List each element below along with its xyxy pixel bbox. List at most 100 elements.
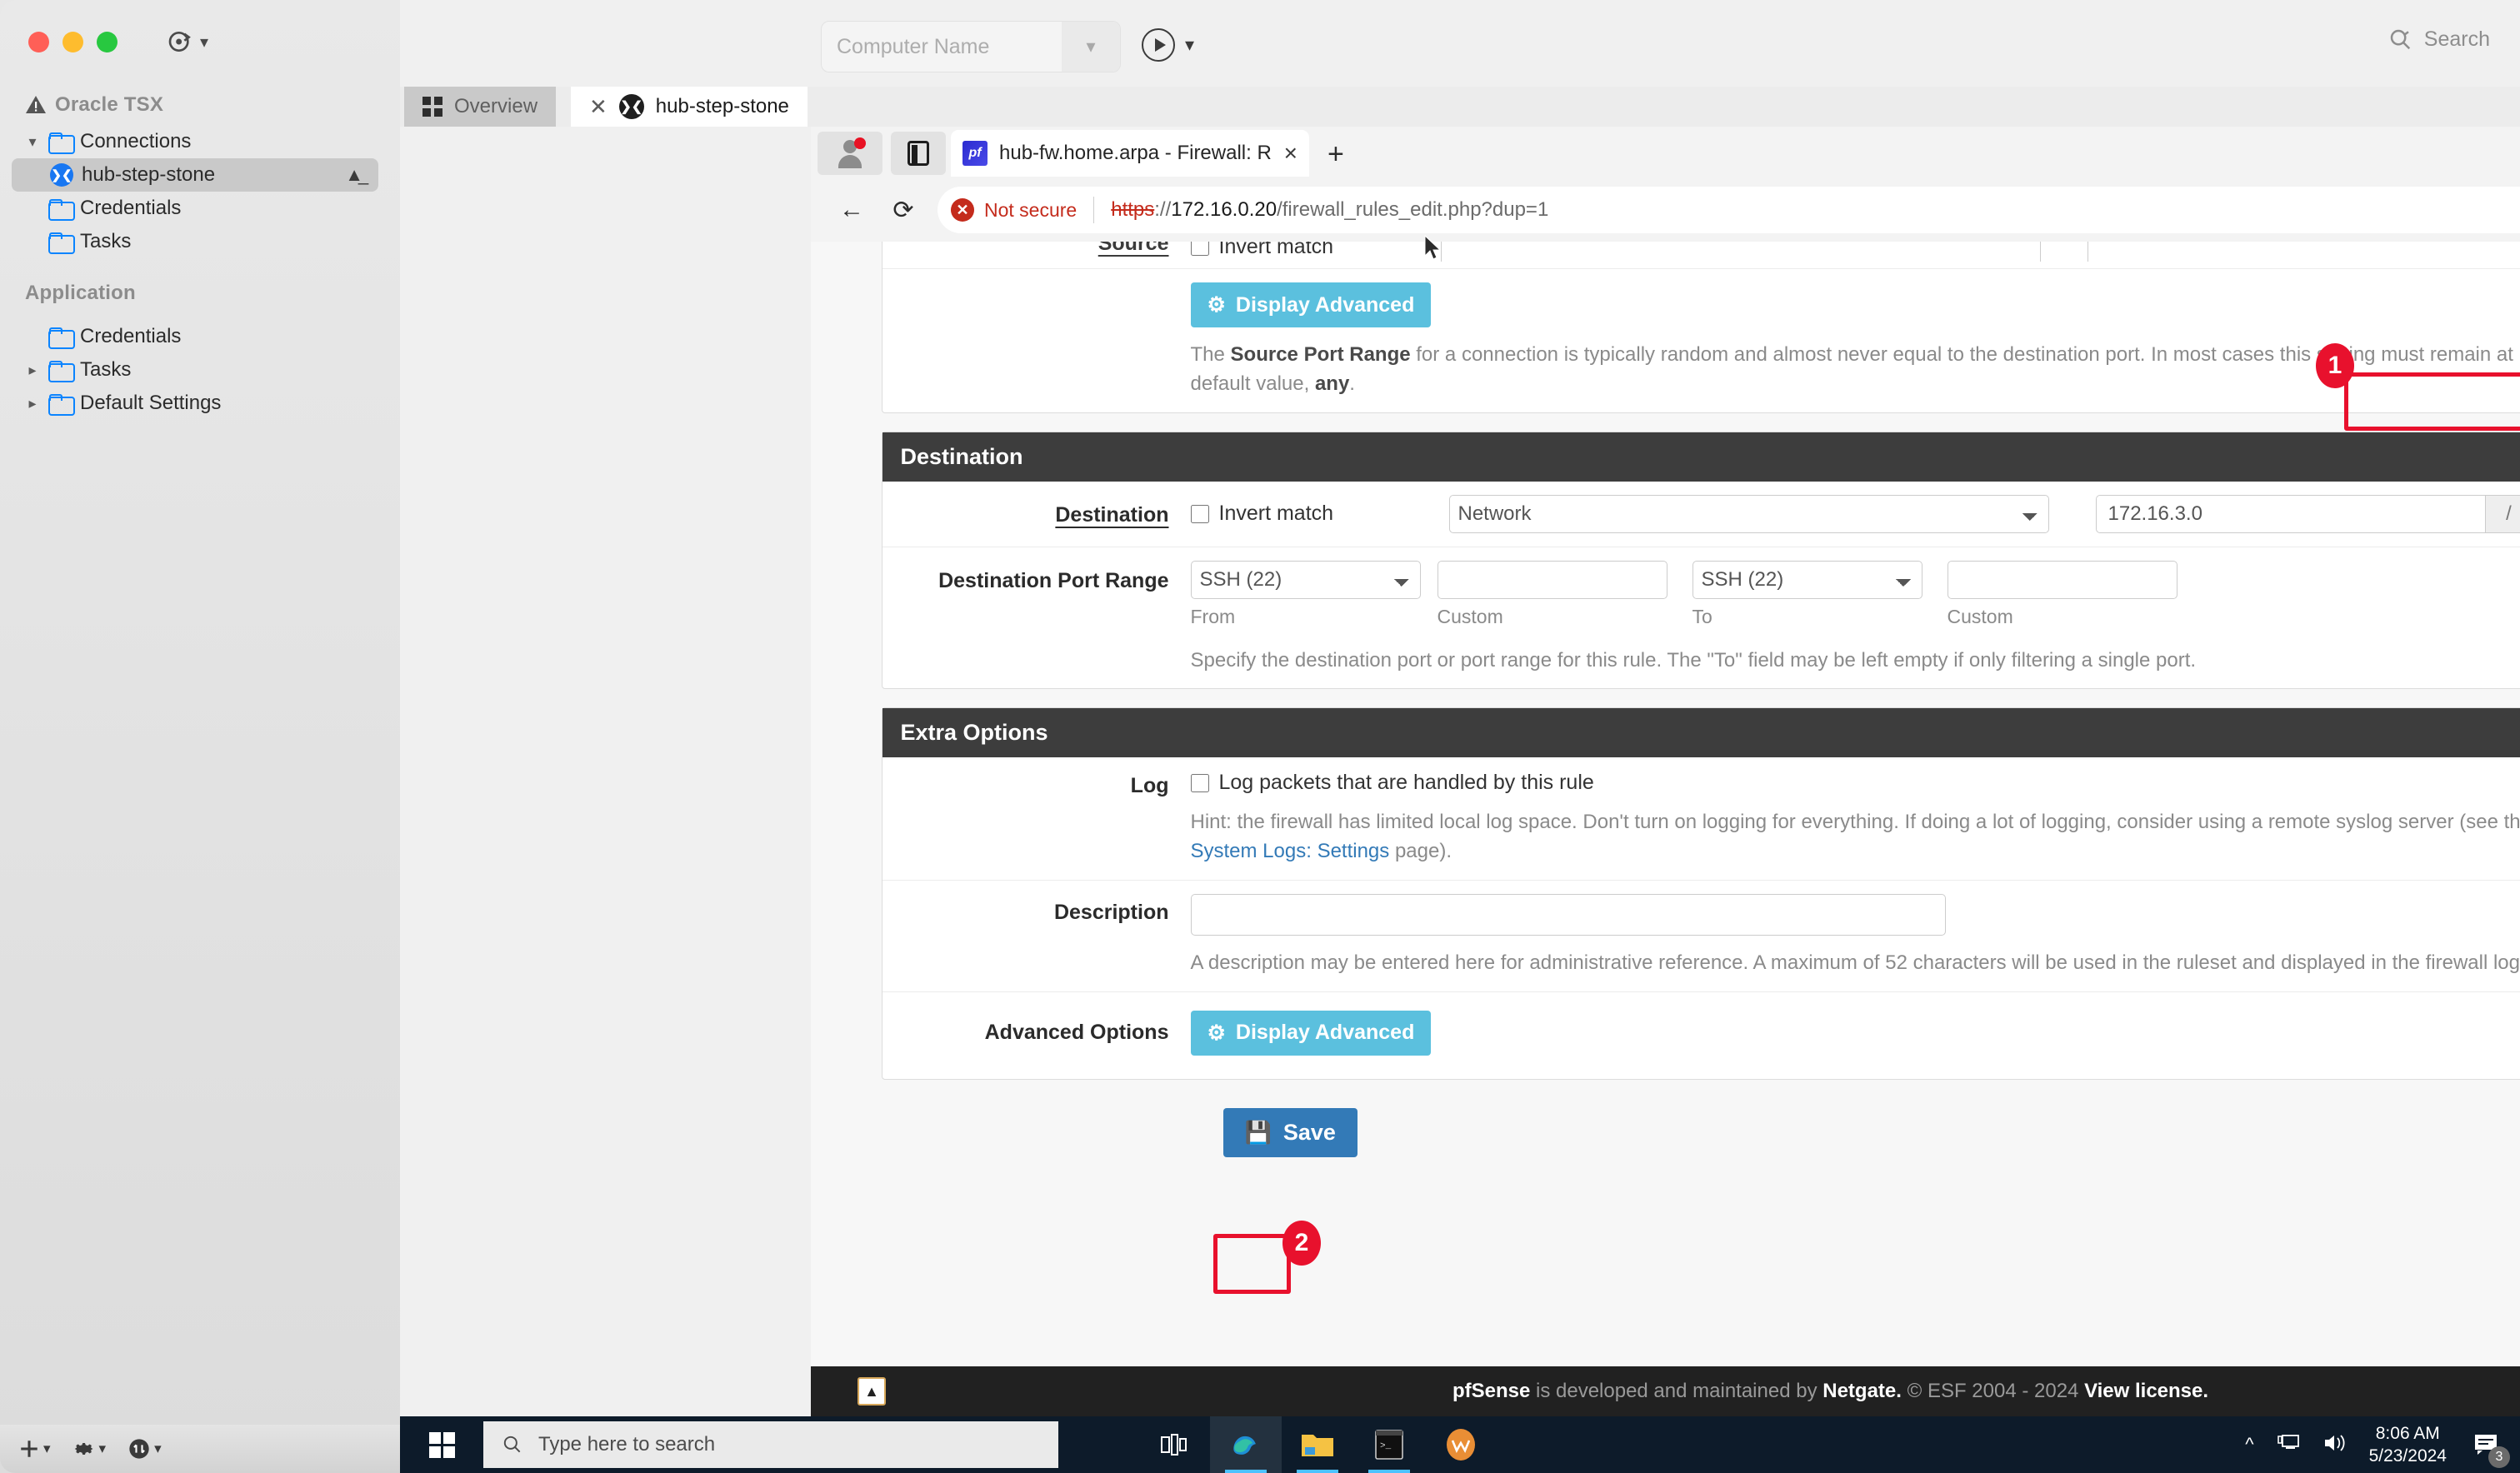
save-icon: 💾 <box>1244 1119 1272 1145</box>
view-license-link[interactable]: View license. <box>2084 1380 2208 1402</box>
log-help-text: Hint: the firewall has limited local log… <box>1191 808 2520 866</box>
computer-name-placeholder: Computer Name <box>837 34 990 58</box>
mac-tree-item-hub-step-stone[interactable]: ❯❮ hub-step-stone ▲̲ <box>12 158 378 192</box>
log-checkbox-input[interactable] <box>1190 773 1209 792</box>
log-label: Log <box>1130 774 1169 798</box>
close-tab-icon[interactable]: × <box>1284 142 1298 165</box>
add-connection-button[interactable]: ▾ <box>18 1438 51 1460</box>
mac-tree-item-connections[interactable]: ▾ Connections <box>12 125 378 158</box>
taskbar-search-box[interactable]: Type here to search <box>483 1421 1058 1468</box>
mac-section-label: Oracle TSX <box>55 93 164 116</box>
chevron-down-icon: ▾ <box>43 1441 51 1456</box>
chevron-right-icon[interactable]: ▸ <box>25 395 40 412</box>
source-invert-match-checkbox[interactable]: Invert match <box>1190 242 1441 259</box>
rdp-connect-button[interactable]: ▾ <box>1142 28 1194 62</box>
rdp-search-box[interactable]: Search <box>2388 27 2490 52</box>
mac-app-item-credentials[interactable]: Credentials <box>12 320 378 353</box>
advanced-options-row: Advanced Options ⚙ Display Advanced <box>882 992 2520 1079</box>
remote-desktop-panel: Computer Name ▾ ▾ Search Overview ✕ ❯❮ h… <box>400 0 2520 1473</box>
window-traffic-lights[interactable] <box>28 32 118 52</box>
rdp-tab-hub-step-stone[interactable]: ✕ ❯❮ hub-step-stone <box>571 87 808 127</box>
refresh-dropdown-button[interactable]: ▾ <box>167 28 208 55</box>
show-hidden-icons-button[interactable]: ^ <box>2245 1434 2253 1456</box>
netgate-brand: Netgate. <box>1822 1380 1902 1402</box>
save-button[interactable]: 💾 Save <box>1222 1107 1358 1157</box>
eject-icon[interactable]: ▲̲ <box>345 164 378 186</box>
terminal-icon[interactable]: >_ <box>1353 1416 1425 1473</box>
profile-avatar-button[interactable] <box>818 132 882 175</box>
url-host: 172.16.0.20 <box>1171 198 1278 221</box>
destination-port-custom-from-field[interactable] <box>1437 560 1668 599</box>
maximize-window-button[interactable] <box>97 32 118 52</box>
notification-dot-icon <box>854 137 866 149</box>
vertical-tabs-button[interactable] <box>891 132 946 175</box>
not-secure-indicator[interactable]: ✕ Not secure <box>951 198 1077 222</box>
close-icon[interactable]: ✕ <box>589 96 608 117</box>
destination-port-custom-to-field[interactable] <box>1947 560 2178 599</box>
mac-tree-item-label: Credentials <box>80 197 182 219</box>
source-invert-match-input[interactable] <box>1190 242 1209 256</box>
destination-port-range-row: Destination Port Range SSH (22) From Cus… <box>882 547 2520 689</box>
destination-port-to-caption: To <box>1692 605 1712 627</box>
back-button[interactable]: ← <box>826 184 878 236</box>
source-label[interactable]: Source <box>882 242 1191 256</box>
taskbar-active-indicator <box>1368 1470 1410 1473</box>
volume-icon[interactable] <box>2322 1432 2348 1458</box>
grid-icon <box>422 97 442 117</box>
settings-menu-button[interactable]: ▾ <box>72 1437 107 1461</box>
taskbar-clock[interactable]: 8:06 AM 5/23/2024 <box>2369 1422 2447 1468</box>
clock-date: 5/23/2024 <box>2368 1446 2447 1466</box>
macos-window: ▾ Oracle TSX ▾ Connections ❯❮ hub-step-s… <box>0 0 2520 1473</box>
log-checkbox[interactable]: Log packets that are handled by this rul… <box>1190 771 2520 795</box>
chevron-down-icon[interactable]: ▾ <box>1185 34 1194 56</box>
reload-button[interactable]: ⟳ <box>878 184 929 236</box>
browser-tab-pfsense[interactable]: pf hub-fw.home.arpa - Firewall: Rul × <box>951 130 1309 177</box>
address-bar[interactable]: ✕ Not secure https://172.16.0.20/firewal… <box>938 187 2520 233</box>
folder-icon <box>48 199 75 221</box>
source-type-select[interactable] <box>1440 242 2041 262</box>
edge-navigation-bar: ← ⟳ ✕ Not secure https://172.16.0.20/fir… <box>811 178 2520 242</box>
start-button[interactable] <box>400 1416 483 1473</box>
app-orange-icon[interactable] <box>1425 1416 1497 1473</box>
file-explorer-icon[interactable] <box>1282 1416 1353 1473</box>
ssh-connection-icon: ❯❮ <box>618 94 644 119</box>
description-field[interactable] <box>1190 893 1946 936</box>
new-tab-button[interactable]: + <box>1328 138 1344 171</box>
rdp-search-placeholder: Search <box>2423 27 2490 51</box>
pfsense-favicon-icon: pf <box>962 141 988 166</box>
network-icon[interactable] <box>2276 1432 2301 1458</box>
minimize-window-button[interactable] <box>62 32 83 52</box>
destination-port-to-select[interactable]: SSH (22) <box>1692 560 1922 599</box>
description-row: Description A description may be entered… <box>882 881 2520 992</box>
computer-name-combobox[interactable]: Computer Name ▾ <box>821 21 1121 72</box>
chevron-down-icon[interactable]: ▾ <box>1062 22 1120 72</box>
transfer-menu-button[interactable]: ▾ <box>128 1437 162 1461</box>
source-address-field[interactable] <box>2087 242 2520 262</box>
svg-text:>_: >_ <box>1380 1441 1392 1451</box>
mac-tree-item-credentials[interactable]: Credentials <box>12 192 378 225</box>
task-view-icon[interactable] <box>1138 1416 1210 1473</box>
mac-app-item-label: Default Settings <box>80 392 222 414</box>
chevron-down-icon: ▾ <box>98 1441 107 1456</box>
rdp-tab-overview[interactable]: Overview <box>404 87 557 127</box>
advanced-display-advanced-button[interactable]: ⚙ Display Advanced <box>1190 1010 1432 1056</box>
chevron-right-icon[interactable]: ▸ <box>25 362 40 379</box>
destination-address-field[interactable] <box>2095 494 2486 533</box>
close-window-button[interactable] <box>28 32 49 52</box>
destination-port-custom-to-caption: Custom <box>1947 605 2013 627</box>
notification-center-button[interactable]: 3 <box>2468 1426 2510 1468</box>
edge-icon[interactable] <box>1210 1416 1282 1473</box>
destination-invert-match-checkbox[interactable]: Invert match <box>1190 502 1449 526</box>
advanced-options-label: Advanced Options <box>984 1020 1169 1044</box>
mac-app-item-default-settings[interactable]: ▸ Default Settings <box>12 387 378 420</box>
destination-invert-match-input[interactable] <box>1190 504 1209 523</box>
source-display-advanced-button[interactable]: ⚙ Display Advanced <box>1190 282 1432 327</box>
mac-app-item-tasks[interactable]: ▸ Tasks <box>12 353 378 387</box>
plus-icon <box>21 1441 38 1457</box>
destination-label[interactable]: Destination <box>882 495 1191 527</box>
description-label: Description <box>1053 900 1169 924</box>
mac-tree-item-tasks[interactable]: Tasks <box>12 225 378 258</box>
destination-type-select[interactable]: Network <box>1448 494 2049 533</box>
destination-port-from-select[interactable]: SSH (22) <box>1190 560 1421 599</box>
mac-section-label: Application <box>25 282 136 304</box>
